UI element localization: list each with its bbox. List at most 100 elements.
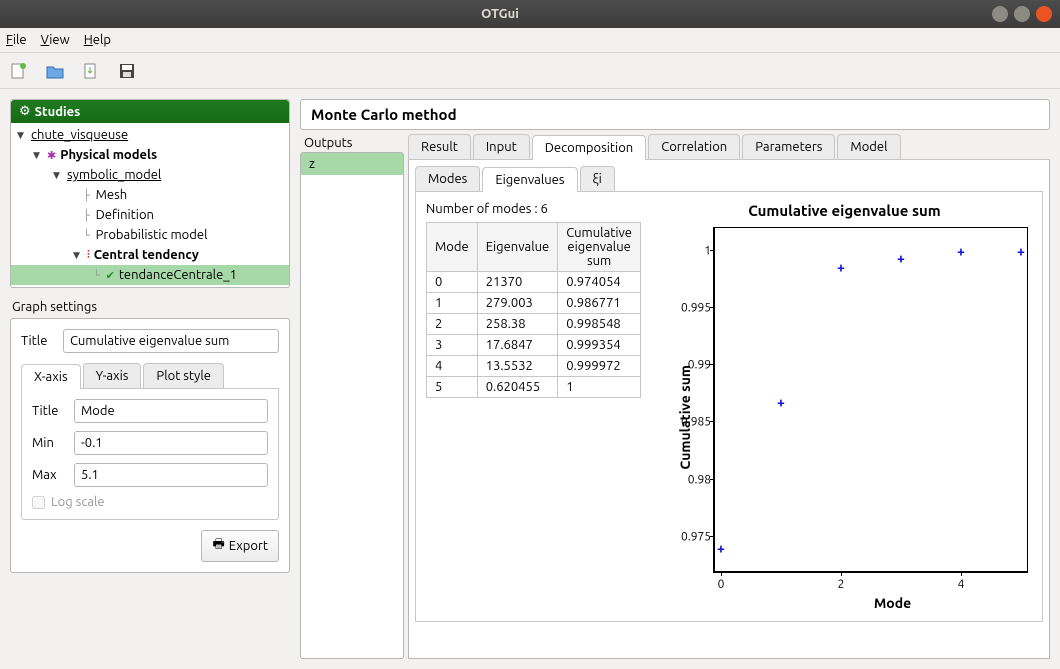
- export-label: Export: [229, 539, 268, 553]
- output-item-z[interactable]: z: [301, 153, 403, 175]
- tab-plot-style[interactable]: Plot style: [143, 363, 223, 388]
- tree-prob-model[interactable]: └Probabilistic model: [11, 225, 289, 245]
- chart-point: +: [957, 244, 965, 258]
- table-cell: 0.986771: [558, 293, 641, 314]
- eigenvalue-table-section: Number of modes : 6 ModeEigenvalueCumula…: [426, 202, 641, 611]
- main-tab-correlation[interactable]: Correlation: [648, 134, 740, 159]
- chart-point: +: [777, 395, 785, 409]
- main-tab-result[interactable]: Result: [408, 134, 471, 159]
- main-tab-decomposition[interactable]: Decomposition: [532, 135, 647, 160]
- y-tick-label: 0.98: [665, 473, 711, 486]
- open-file-icon[interactable]: [46, 62, 64, 80]
- table-cell: 0.999354: [558, 335, 641, 356]
- table-row[interactable]: 0213700.974054: [427, 272, 641, 293]
- sub-tab-2[interactable]: ξi: [580, 166, 615, 191]
- log-scale-label: Log scale: [51, 495, 105, 509]
- studies-panel: ⚙ Studies ▼chute_visqueuse ▼✱Physical mo…: [10, 99, 290, 288]
- table-title: Number of modes : 6: [426, 202, 641, 216]
- gs-title-label: Title: [21, 334, 57, 348]
- table-cell: 2: [427, 314, 478, 335]
- gs-tabs: X-axis Y-axis Plot style: [21, 363, 279, 389]
- chart-plot-area: 0.9750.980.9850.990.9951024++++++: [713, 227, 1028, 573]
- graph-settings-panel: Title X-axis Y-axis Plot style Title: [10, 318, 290, 573]
- tree-study-root[interactable]: ▼chute_visqueuse: [11, 125, 289, 145]
- studies-tree[interactable]: ▼chute_visqueuse ▼✱Physical models ▼symb…: [11, 123, 289, 287]
- sub-tab-1[interactable]: Eigenvalues: [482, 167, 577, 192]
- window-titlebar: OTGui: [0, 0, 1060, 28]
- toolbar: [0, 53, 1060, 89]
- menubar: File View Help: [0, 28, 1060, 53]
- eigenvalue-table: ModeEigenvalueCumulativeeigenvaluesum 02…: [426, 222, 641, 398]
- table-header: Mode: [427, 223, 478, 272]
- y-tick-label: 0.995: [665, 302, 711, 315]
- x-tick-label: 0: [718, 578, 725, 591]
- window-minimize-button[interactable]: [992, 6, 1008, 22]
- window-close-button[interactable]: [1036, 6, 1052, 22]
- x-tick-label: 4: [958, 578, 965, 591]
- chart-point: +: [1017, 244, 1025, 258]
- sub-tab-0[interactable]: Modes: [415, 166, 480, 191]
- tree-mesh[interactable]: ├Mesh: [11, 185, 289, 205]
- menu-view[interactable]: View: [41, 33, 70, 47]
- import-icon[interactable]: [82, 62, 100, 80]
- table-cell: 3: [427, 335, 478, 356]
- y-tick-label: 0.99: [665, 359, 711, 372]
- check-icon: ✔: [106, 269, 115, 282]
- axis-max-input[interactable]: [74, 463, 268, 487]
- table-cell: 5: [427, 377, 478, 398]
- axis-max-label: Max: [32, 468, 68, 482]
- tree-physical-models[interactable]: ▼✱Physical models: [11, 145, 289, 165]
- window-title: OTGui: [8, 7, 992, 21]
- tab-y-axis[interactable]: Y-axis: [83, 363, 142, 388]
- export-icon: 🖶: [212, 535, 224, 557]
- tree-tendance-centrale[interactable]: └✔tendanceCentrale_1: [11, 265, 289, 285]
- main-tab-input[interactable]: Input: [473, 134, 530, 159]
- chart-xlabel: Mode: [753, 595, 1032, 611]
- window-maximize-button[interactable]: [1014, 6, 1030, 22]
- table-cell: 1: [558, 377, 641, 398]
- table-cell: 279.003: [477, 293, 558, 314]
- y-tick-label: 0.985: [665, 416, 711, 429]
- table-cell: 13.5532: [477, 356, 558, 377]
- axis-title-input[interactable]: [74, 399, 268, 423]
- save-icon[interactable]: [118, 62, 136, 80]
- x-tick-label: 2: [838, 578, 845, 591]
- studies-icon: ⚙: [19, 104, 31, 119]
- main-tab-model[interactable]: Model: [837, 134, 900, 159]
- chart-title: Cumulative eigenvalue sum: [657, 202, 1032, 219]
- outputs-header: Outputs: [300, 134, 404, 152]
- studies-title: Studies: [35, 105, 81, 119]
- tree-definition[interactable]: ├Definition: [11, 205, 289, 225]
- sub-tabs: ModesEigenvaluesξi: [415, 166, 1043, 192]
- table-cell: 0: [427, 272, 478, 293]
- main-tab-parameters[interactable]: Parameters: [742, 134, 835, 159]
- export-button[interactable]: 🖶 Export: [201, 530, 279, 562]
- table-header: Eigenvalue: [477, 223, 558, 272]
- axis-min-input[interactable]: [74, 431, 268, 455]
- table-row[interactable]: 317.68470.999354: [427, 335, 641, 356]
- table-header: Cumulativeeigenvaluesum: [558, 223, 641, 272]
- table-row[interactable]: 2258.380.998548: [427, 314, 641, 335]
- new-file-icon[interactable]: [10, 62, 28, 80]
- method-title: Monte Carlo method: [300, 99, 1050, 130]
- outputs-list[interactable]: z: [300, 152, 404, 659]
- gs-title-input[interactable]: [63, 329, 279, 353]
- table-cell: 0.999972: [558, 356, 641, 377]
- tree-central-tendency[interactable]: ▼⫶Central tendency: [11, 245, 289, 265]
- table-cell: 0.620455: [477, 377, 558, 398]
- tree-symbolic-model[interactable]: ▼symbolic_model: [11, 165, 289, 185]
- graph-settings-section: Graph settings Title X-axis Y-axis Plot …: [10, 298, 290, 573]
- table-row[interactable]: 1279.0030.986771: [427, 293, 641, 314]
- tab-x-axis[interactable]: X-axis: [21, 364, 81, 389]
- chart-point: +: [897, 251, 905, 265]
- table-row[interactable]: 50.6204551: [427, 377, 641, 398]
- log-scale-checkbox: [32, 496, 45, 509]
- table-row[interactable]: 413.55320.999972: [427, 356, 641, 377]
- chart-point: +: [717, 541, 725, 555]
- menu-file[interactable]: File: [6, 33, 27, 47]
- chart-point: +: [837, 260, 845, 274]
- table-cell: 0.998548: [558, 314, 641, 335]
- table-cell: 17.6847: [477, 335, 558, 356]
- table-cell: 21370: [477, 272, 558, 293]
- menu-help[interactable]: Help: [84, 33, 111, 47]
